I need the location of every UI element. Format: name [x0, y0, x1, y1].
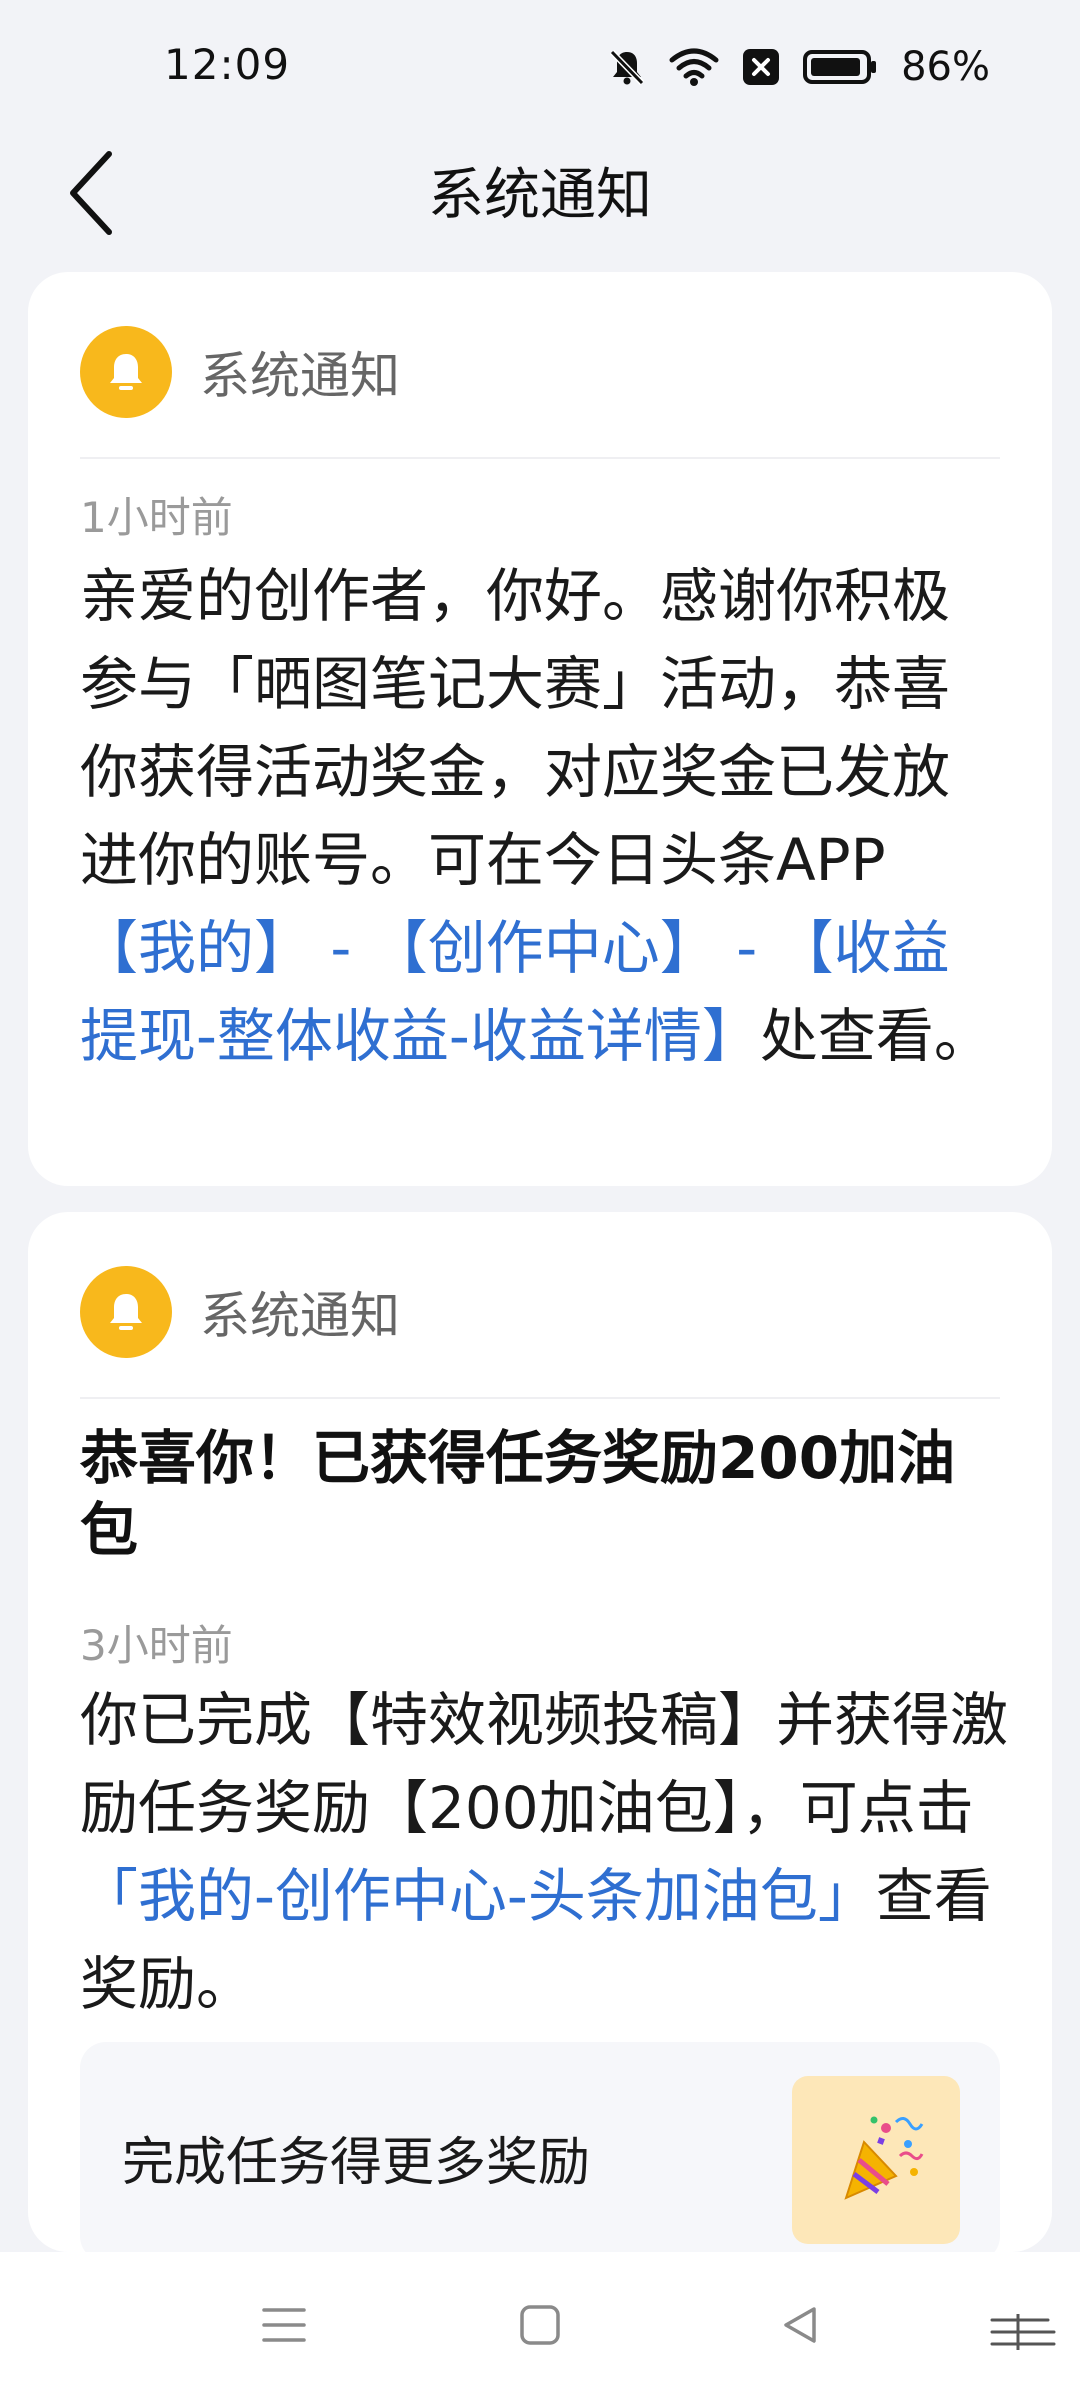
divider [80, 457, 1000, 459]
system-back-button[interactable] [760, 2292, 840, 2362]
page-title: 系统通知 [428, 163, 652, 228]
bell-icon [80, 326, 172, 418]
notification-title: 恭喜你！已获得任务奖励200加油包 [80, 1424, 956, 1564]
system-nav-bar [0, 2252, 1080, 2400]
notification-header: 系统通知 [80, 324, 1000, 420]
battery-percent: 86% [901, 44, 990, 90]
status-time: 12:09 [164, 40, 291, 89]
notification-card[interactable]: 系统通知 1小时前 亲爱的创作者，你好。感谢你积极参与「晒图笔记大赛」活动，恭喜… [28, 272, 1052, 1186]
wifi-icon [669, 47, 719, 87]
back-triangle-icon [778, 2303, 822, 2351]
status-icons: 86% [607, 44, 990, 90]
party-popper-icon [792, 2076, 960, 2244]
menu-icon [261, 2305, 307, 2349]
close-box-icon [741, 47, 781, 87]
bell-muted-icon [607, 47, 647, 87]
notification-body: 亲爱的创作者，你好。感谢你积极参与「晒图笔记大赛」活动，恭喜你获得活动奖金，对应… [80, 552, 1000, 1080]
body-text: 处查看。 [759, 1002, 992, 1070]
notification-body: 你已完成【特效视频投稿】并获得激励任务奖励【200加油包】，可点击「我的-创作中… [80, 1676, 1012, 2028]
divider [80, 1397, 1000, 1399]
bell-icon [80, 1266, 172, 1358]
body-text: 你已完成【特效视频投稿】并获得激励任务奖励【200加油包】，可点击 [80, 1686, 1009, 1842]
home-button[interactable] [500, 2292, 580, 2362]
home-square-icon [518, 2303, 562, 2351]
notification-source: 系统通知 [200, 347, 400, 405]
notification-header: 系统通知 [80, 1264, 1000, 1360]
keyboard-lines-icon [988, 2312, 1058, 2352]
notification-source: 系统通知 [200, 1287, 400, 1345]
status-bar: 12:09 86% [0, 0, 1080, 130]
notification-time: 3小时前 [80, 1621, 233, 1670]
notification-card[interactable]: 系统通知 恭喜你！已获得任务奖励200加油包 3小时前 你已完成【特效视频投稿】… [28, 1212, 1052, 2262]
battery-icon [803, 47, 879, 87]
more-rewards-banner[interactable]: 完成任务得更多奖励 [80, 2042, 1000, 2262]
body-text: 亲爱的创作者，你好。感谢你积极参与「晒图笔记大赛」活动，恭喜你获得活动奖金，对应… [80, 562, 951, 894]
more-rewards-label: 完成任务得更多奖励 [122, 2133, 591, 2193]
link-fuel-pack[interactable]: 「我的-创作中心-头条加油包」 [80, 1862, 876, 1930]
app-header: 系统通知 [0, 130, 1080, 260]
notification-time: 1小时前 [80, 493, 233, 542]
menu-button[interactable] [244, 2292, 324, 2362]
